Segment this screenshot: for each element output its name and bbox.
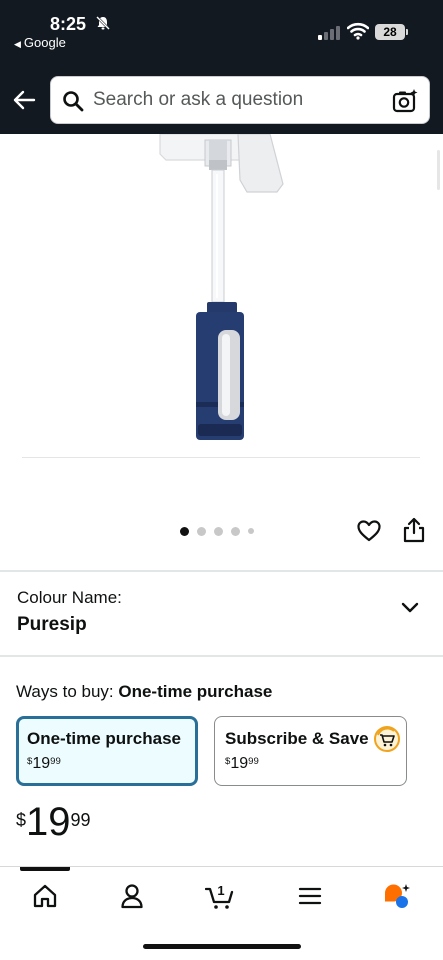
pagination-dot-active[interactable]	[180, 526, 189, 536]
option-price-currency: $	[225, 755, 231, 767]
image-divider	[22, 457, 420, 458]
option-price-currency: $	[27, 755, 33, 767]
wifi-icon	[347, 22, 369, 40]
share-icon[interactable]	[401, 516, 427, 544]
battery-indicator: 28	[375, 24, 408, 40]
search-bar[interactable]	[50, 76, 430, 124]
top-header: 8:25 ◀ Google 28	[0, 0, 443, 134]
cart-icon[interactable]: 1	[205, 881, 235, 911]
pagination-dot[interactable]	[197, 526, 206, 536]
chevron-down-icon[interactable]	[400, 598, 420, 618]
option-price: $1999	[225, 755, 259, 773]
back-triangle-icon: ◀	[14, 39, 21, 49]
signal-icon	[318, 26, 340, 40]
option-title: Subscribe & Save	[225, 729, 369, 748]
colour-value[interactable]: Puresip	[17, 614, 87, 636]
one-time-purchase-option[interactable]: One-time purchase $1999	[16, 716, 198, 786]
option-title: One-time purchase	[27, 729, 181, 748]
menu-icon[interactable]	[295, 881, 325, 911]
option-price-whole: 19	[32, 755, 51, 772]
product-image[interactable]	[0, 134, 443, 456]
home-indicator	[143, 944, 301, 949]
pagination-dot[interactable]	[248, 528, 254, 534]
status-time: 8:25	[50, 14, 87, 34]
section-divider	[0, 655, 443, 657]
option-price-cents: 99	[248, 755, 259, 767]
search-icon	[63, 91, 84, 112]
price-whole: 19	[26, 800, 71, 844]
option-price-whole: 19	[230, 755, 249, 772]
product-price: $1999	[16, 800, 91, 845]
image-scroll-indicator	[437, 150, 440, 190]
back-to-app-link[interactable]: ◀ Google	[14, 35, 66, 50]
subscribe-and-save-option[interactable]: Subscribe & Save $1999	[214, 716, 407, 786]
account-icon[interactable]	[117, 881, 147, 911]
option-price-cents: 99	[50, 755, 61, 767]
image-pagination[interactable]	[180, 526, 254, 536]
back-arrow-icon[interactable]	[10, 86, 38, 114]
ways-to-buy-label: Ways to buy: One-time purchase	[16, 682, 272, 702]
option-price: $1999	[27, 755, 61, 773]
back-app-label: Google	[23, 35, 66, 50]
bell-muted-icon	[96, 16, 110, 30]
section-divider	[0, 570, 443, 572]
rufus-assistant-icon[interactable]	[382, 881, 412, 911]
ways-to-buy-selected: One-time purchase	[118, 682, 273, 701]
price-cents: 99	[70, 810, 91, 830]
camera-search-icon[interactable]	[391, 87, 419, 115]
active-tab-indicator	[20, 867, 70, 871]
cart-count: 1	[217, 883, 224, 898]
home-icon[interactable]	[30, 881, 60, 911]
ways-to-buy-prefix: Ways to buy:	[16, 682, 119, 701]
heart-icon[interactable]	[356, 518, 382, 544]
colour-label: Colour Name:	[17, 588, 122, 607]
search-input[interactable]	[93, 77, 383, 123]
pagination-dot[interactable]	[231, 526, 240, 536]
pagination-dot[interactable]	[214, 526, 223, 536]
price-currency: $	[16, 810, 27, 830]
subscribe-cart-icon	[374, 726, 400, 752]
